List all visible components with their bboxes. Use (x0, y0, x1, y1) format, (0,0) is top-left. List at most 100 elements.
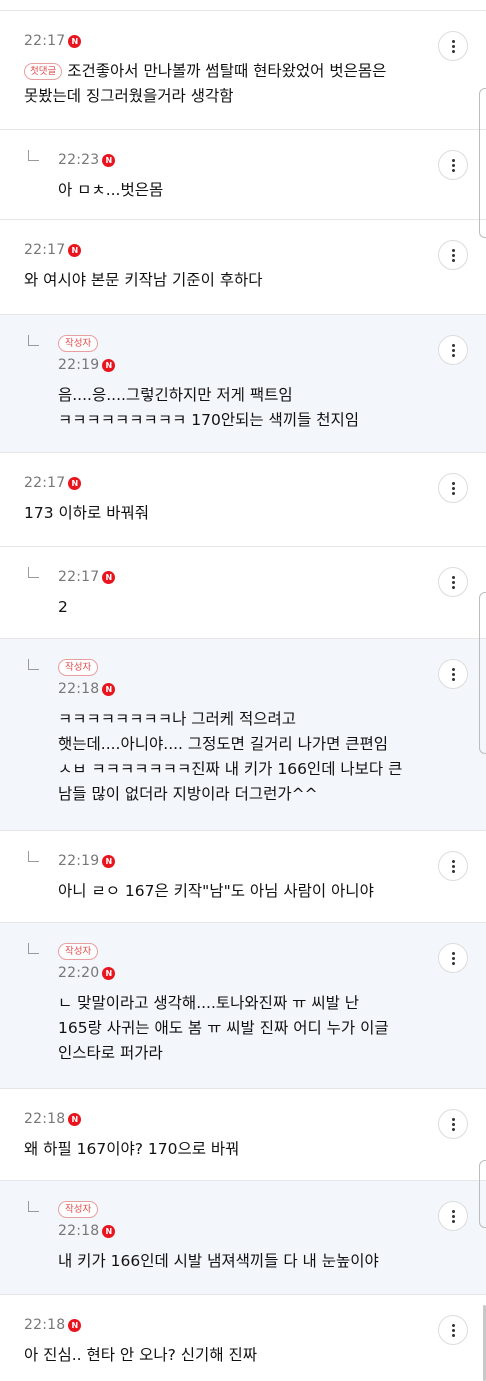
reply-arrow-icon (28, 335, 39, 346)
more-dot-icon (451, 1209, 455, 1213)
comment-body: 와 여시야 본문 키작남 기준이 후하다 (24, 271, 263, 289)
comment-time: 22:17 (58, 569, 100, 585)
more-options-button[interactable] (438, 473, 468, 503)
new-badge-icon: N (68, 243, 82, 257)
new-badge-icon: N (102, 1224, 116, 1238)
comment-text: ㅋㅋㅋㅋㅋㅋㅋㅋ나 그러케 적으려고 햇는데....아니야.... 그정도면 길… (58, 707, 426, 807)
comment-text: ㄴ 맞말이라고 생각해....토나와진짜 ㅠ 씨발 난 165랑 사귀는 애도 … (58, 991, 426, 1066)
more-dot-icon (451, 961, 455, 965)
reply-arrow-icon (28, 1201, 39, 1212)
more-dot-icon (451, 486, 455, 490)
comment-meta: 22:18 N (24, 1111, 82, 1127)
comment-meta: 22:17 N (24, 475, 82, 491)
comment-time: 22:23 (58, 152, 100, 168)
more-dot-icon (451, 585, 455, 589)
more-dot-icon (451, 667, 455, 671)
reply-arrow-icon (28, 567, 39, 578)
comment-time: 22:18 (58, 1223, 100, 1239)
comment: 22:18 N 왜 하필 167이야? 170으로 바꿔 (0, 1088, 486, 1180)
more-options-button[interactable] (438, 1201, 468, 1231)
comment-body: 173 이하로 바꿔줘 (24, 504, 149, 522)
comment: 22:17 N 첫댓글 조건좋아서 만나볼까 썸탈때 현타왔었어 벗은몸은 못봤는데 … (0, 10, 486, 129)
more-dot-icon (451, 869, 455, 873)
comment-time: 22:17 (24, 33, 66, 49)
more-dot-icon (451, 1122, 455, 1126)
comment-time: 22:18 (58, 681, 100, 697)
comment-meta: 22:17 N (24, 242, 82, 258)
more-dot-icon (451, 491, 455, 495)
author-badge: 작성자 (58, 335, 99, 352)
comment-meta: 22:17 N (24, 33, 82, 49)
comment-time: 22:20 (58, 965, 100, 981)
comment-text: 아니 ㄹㅇ 167은 키작"남"도 아님 사람이 아니야 (58, 879, 426, 904)
more-options-button[interactable] (438, 943, 468, 973)
more-dot-icon (451, 951, 455, 955)
more-dot-icon (451, 253, 455, 257)
more-dot-icon (451, 168, 455, 172)
new-badge-icon: N (102, 358, 116, 372)
comment-text: 왜 하필 167이야? 170으로 바꿔 (24, 1137, 426, 1162)
new-badge-icon: N (68, 1112, 82, 1126)
more-dot-icon (451, 1117, 455, 1121)
more-dot-icon (451, 1328, 455, 1332)
more-dot-icon (451, 258, 455, 262)
more-options-button[interactable] (438, 1109, 468, 1139)
more-dot-icon (451, 1323, 455, 1327)
side-panel-edge (479, 88, 486, 238)
comment-text: 2 (58, 595, 426, 620)
comment-body: 조건좋아서 만나볼까 썸탈때 현타왔었어 벗은몸은 못봤는데 징그러웠을거라 생… (24, 62, 387, 105)
more-options-button[interactable] (438, 1315, 468, 1345)
side-panel-edge (479, 1160, 486, 1228)
more-dot-icon (451, 44, 455, 48)
comment: 22:17 N 와 여시야 본문 키작남 기준이 후하다 (0, 219, 486, 314)
more-dot-icon (451, 859, 455, 863)
comment-meta: 22:18 N (58, 681, 116, 697)
author-badge: 작성자 (58, 659, 99, 676)
more-dot-icon (451, 580, 455, 584)
comment-text: 음....응....그렇긴하지만 저게 팩트임 ㅋㅋㅋㅋㅋㅋㅋㅋㅋ 170안되는… (58, 383, 426, 433)
more-dot-icon (451, 49, 455, 53)
new-badge-icon: N (102, 966, 116, 980)
comment-body: 아 ㅁㅊ...벗은몸 (58, 181, 164, 199)
more-options-button[interactable] (438, 240, 468, 270)
comment-text: 내 키가 166인데 시발 냄져색끼들 다 내 눈높이야 (58, 1249, 426, 1274)
more-options-button[interactable] (438, 659, 468, 689)
new-badge-icon: N (68, 1318, 82, 1332)
more-dot-icon (451, 353, 455, 357)
comment-time: 22:19 (58, 853, 100, 869)
more-options-button[interactable] (438, 335, 468, 365)
reply-comment: 작성자 22:20 N ㄴ 맞말이라고 생각해....토나와진짜 ㅠ 씨발 난 165… (0, 922, 486, 1088)
comment-text: 아 진심.. 현타 안 오나? 신기해 진짜 (24, 1343, 426, 1368)
author-badge: 작성자 (58, 1201, 99, 1218)
new-badge-icon: N (68, 476, 82, 490)
comment-time: 22:17 (24, 475, 66, 491)
more-dot-icon (451, 956, 455, 960)
more-dot-icon (451, 348, 455, 352)
comment-meta: 22:19 N (58, 357, 116, 373)
comment-body: ㄴ 맞말이라고 생각해....토나와진짜 ㅠ 씨발 난 165랑 사귀는 애도 … (58, 994, 389, 1062)
comment-text: 첫댓글 조건좋아서 만나볼까 썸탈때 현타왔었어 벗은몸은 못봤는데 징그러웠을거… (24, 59, 426, 109)
comment-meta: 22:23 N (58, 152, 116, 168)
comment-time: 22:18 (24, 1317, 66, 1333)
comment-text: 와 여시야 본문 키작남 기준이 후하다 (24, 268, 426, 293)
more-dot-icon (451, 1214, 455, 1218)
more-dot-icon (451, 1333, 455, 1337)
comment-body: 2 (58, 598, 68, 616)
more-options-button[interactable] (438, 851, 468, 881)
more-dot-icon (451, 864, 455, 868)
comment-body: 아니 ㄹㅇ 167은 키작"남"도 아님 사람이 아니야 (58, 882, 374, 900)
comment-body: ㅋㅋㅋㅋㅋㅋㅋㅋ나 그러케 적으려고 햇는데....아니야.... 그정도면 길… (58, 710, 403, 803)
comment-meta: 22:18 N (58, 1223, 116, 1239)
more-dot-icon (451, 677, 455, 681)
author-badge: 작성자 (58, 943, 99, 960)
more-dot-icon (451, 158, 455, 162)
comment-text: 아 ㅁㅊ...벗은몸 (58, 178, 426, 203)
more-options-button[interactable] (438, 31, 468, 61)
reply-comment: 22:19 N 아니 ㄹㅇ 167은 키작"남"도 아님 사람이 아니야 (0, 830, 486, 922)
comment-body: 왜 하필 167이야? 170으로 바꿔 (24, 1140, 240, 1158)
more-options-button[interactable] (438, 150, 468, 180)
reply-arrow-icon (28, 851, 39, 862)
comment: 22:17 N 173 이하로 바꿔줘 (0, 452, 486, 546)
side-panel-edge (479, 592, 486, 754)
more-options-button[interactable] (438, 567, 468, 597)
